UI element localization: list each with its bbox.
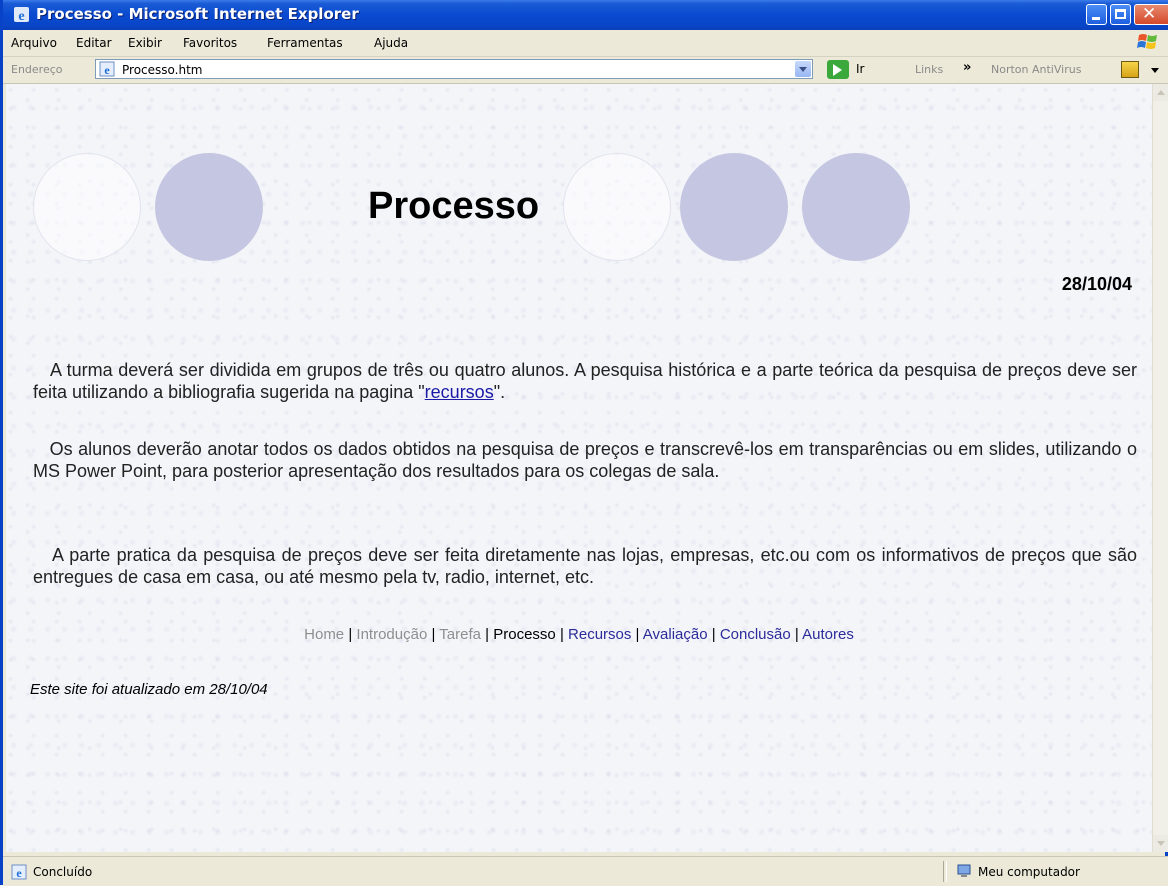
svg-text:e: e [18, 9, 24, 23]
nav-separator: | [431, 626, 436, 643]
browser-window: e Processo - Microsoft Internet Explorer… [0, 0, 1168, 886]
nav-tarefa[interactable]: Tarefa [439, 626, 481, 643]
nav-home[interactable]: Home [304, 626, 344, 643]
nav-autores[interactable]: Autores [802, 626, 854, 643]
menu-bar: Arquivo Editar Exibir Favoritos Ferramen… [3, 30, 1168, 57]
svg-text:e: e [104, 63, 110, 77]
decorative-circle [802, 153, 910, 261]
window-title: Processo - Microsoft Internet Explorer [36, 5, 359, 23]
nav-introducao[interactable]: Introdução [356, 626, 427, 643]
menu-favoritos[interactable]: Favoritos [183, 36, 237, 50]
nav-avaliacao[interactable]: Avaliação [643, 626, 708, 643]
nav-separator: | [559, 626, 564, 643]
menu-editar[interactable]: Editar [76, 36, 112, 50]
nav-separator: | [348, 626, 353, 643]
norton-icon[interactable] [1121, 61, 1139, 78]
nav-separator: | [635, 626, 640, 643]
page-navigation: Home | Introdução | Tarefa | Processo | … [6, 626, 1152, 643]
go-arrow-icon[interactable] [827, 60, 849, 79]
menu-ferramentas[interactable]: Ferramentas [267, 36, 343, 50]
maximize-icon [1115, 9, 1126, 19]
paragraph-1-end: ". [493, 382, 506, 402]
decorative-circle [155, 153, 263, 261]
update-note: Este site foi atualizado em 28/10/04 [30, 681, 268, 698]
close-button[interactable]: ✕ [1134, 4, 1168, 25]
vertical-scrollbar[interactable] [1152, 84, 1168, 852]
decorative-circle [680, 153, 788, 261]
decorative-circle [33, 153, 141, 261]
scroll-up-icon[interactable] [1153, 84, 1168, 101]
address-input[interactable]: e Processo.htm [95, 59, 813, 79]
nav-recursos[interactable]: Recursos [568, 626, 631, 643]
paragraph-1-text: A turma deverá ser dividida em grupos de… [33, 360, 1137, 402]
minimize-icon [1092, 17, 1100, 20]
close-icon: ✕ [1142, 4, 1157, 24]
page-content: Processo 28/10/04 A turma deverá ser div… [6, 84, 1152, 852]
page-title: Processo [368, 185, 540, 227]
title-bar[interactable]: e Processo - Microsoft Internet Explorer… [3, 0, 1168, 30]
status-divider [943, 861, 947, 882]
paragraph-3-text: A parte pratica da pesquisa de preços de… [33, 545, 1137, 587]
maximize-button[interactable] [1110, 4, 1131, 25]
ie-icon: e [14, 7, 29, 23]
svg-text:e: e [16, 866, 22, 880]
paragraph-1: A turma deverá ser dividida em grupos de… [33, 359, 1137, 403]
decorative-circle [563, 153, 671, 261]
scroll-down-icon[interactable] [1153, 835, 1168, 852]
address-label: Endereço [11, 63, 63, 76]
address-bar: Endereço e Processo.htm Ir Links » Norto… [3, 57, 1168, 84]
nav-separator: | [711, 626, 716, 643]
security-zone-text: Meu computador [978, 865, 1080, 879]
computer-icon [957, 864, 971, 877]
menu-ajuda[interactable]: Ajuda [374, 36, 408, 50]
status-text: Concluído [33, 865, 93, 879]
recursos-link[interactable]: recursos [425, 382, 494, 402]
address-value: Processo.htm [122, 63, 203, 77]
nav-processo: Processo [493, 626, 556, 643]
nav-separator: | [794, 626, 799, 643]
nav-separator: | [485, 626, 490, 643]
chevron-icon[interactable]: » [963, 60, 971, 75]
go-button[interactable]: Ir [856, 62, 864, 76]
paragraph-2-text: Os alunos deverão anotar todos os dados … [33, 439, 1137, 481]
paragraph-2: Os alunos deverão anotar todos os dados … [33, 438, 1137, 482]
address-dropdown-icon[interactable] [795, 61, 811, 77]
windows-logo-icon [1137, 34, 1157, 49]
norton-dropdown-icon[interactable] [1151, 68, 1159, 73]
menu-exibir[interactable]: Exibir [128, 36, 162, 50]
page-date: 28/10/04 [1061, 274, 1132, 294]
links-label[interactable]: Links [915, 63, 943, 76]
norton-antivirus-label[interactable]: Norton AntiVirus [991, 63, 1081, 76]
nav-conclusao[interactable]: Conclusão [720, 626, 791, 643]
page-icon: e [99, 61, 115, 77]
menu-arquivo[interactable]: Arquivo [11, 36, 57, 50]
page-done-icon: e [11, 864, 27, 880]
status-bar: e Concluído Meu computador [3, 856, 1168, 886]
paragraph-3: A parte pratica da pesquisa de preços de… [33, 544, 1137, 588]
minimize-button[interactable] [1086, 4, 1107, 25]
